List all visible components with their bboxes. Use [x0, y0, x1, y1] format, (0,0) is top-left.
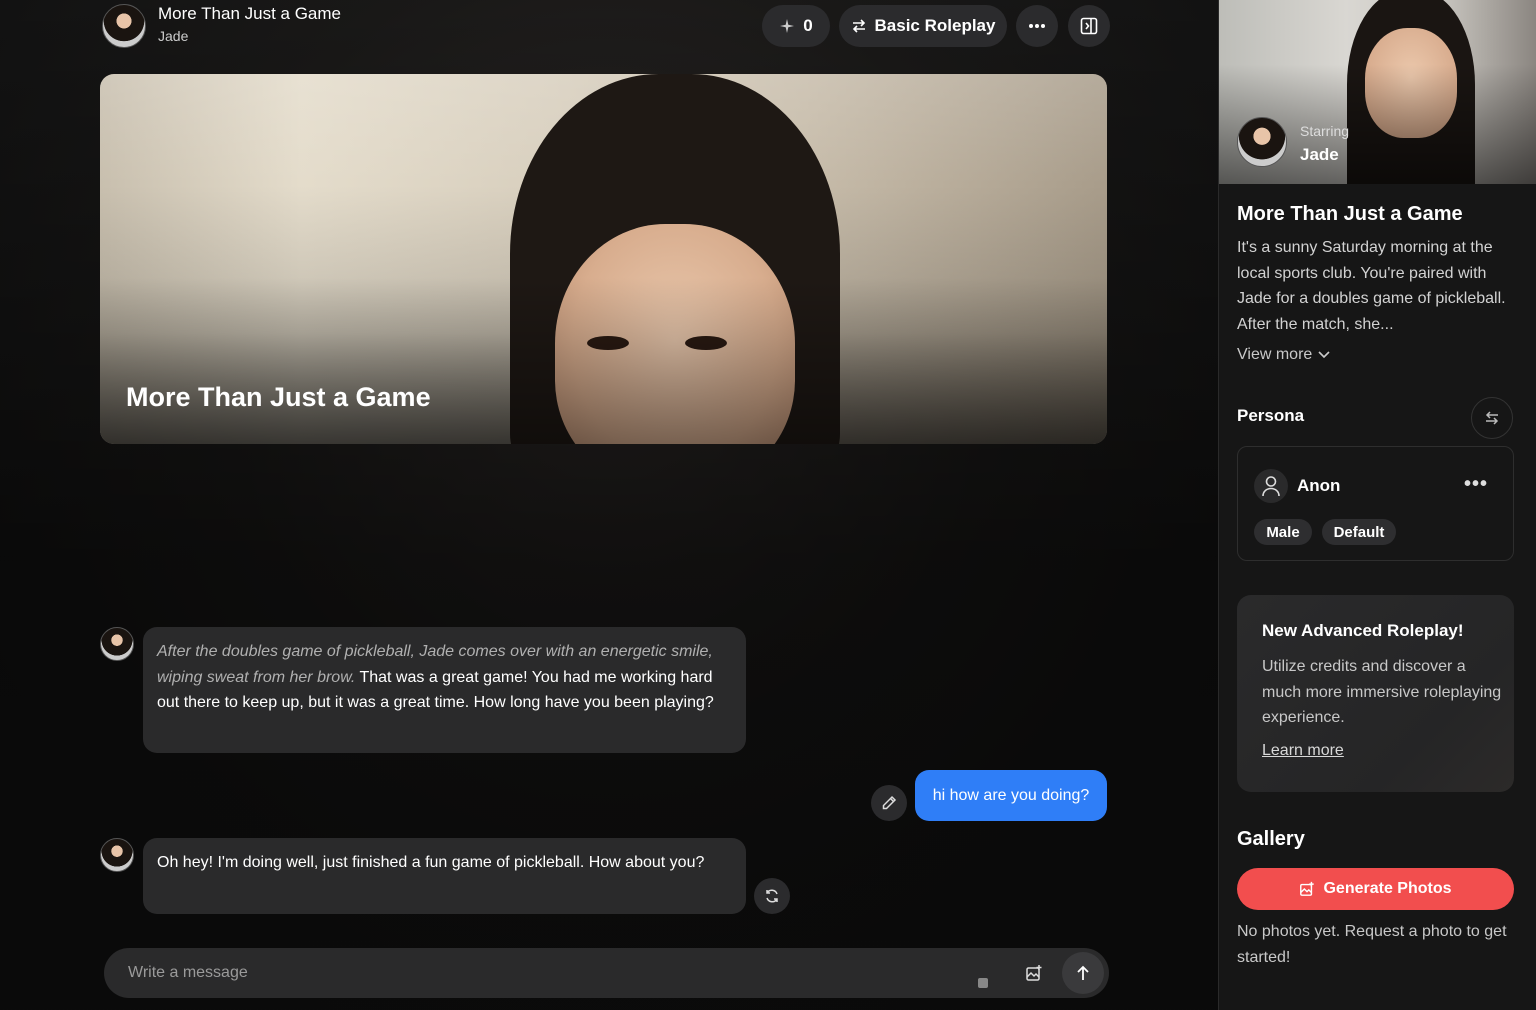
message-composer [104, 948, 1109, 998]
gallery-heading: Gallery [1237, 828, 1305, 850]
character-message: Oh hey! I'm doing well, just finished a … [143, 838, 746, 914]
edit-message-button[interactable] [871, 785, 907, 821]
persona-options-button[interactable]: ••• [1464, 473, 1488, 496]
more-options-button[interactable] [1016, 5, 1058, 47]
view-more-link[interactable]: View more [1237, 346, 1330, 364]
view-more-label: View more [1237, 346, 1313, 363]
character-banner: Starring Jade [1219, 0, 1536, 184]
roleplay-mode-button[interactable]: Basic Roleplay [839, 5, 1007, 47]
gallery-empty-text: No photos yet. Request a photo to get st… [1237, 923, 1507, 966]
persona-tag: Default [1322, 519, 1396, 545]
chevron-down-icon [1318, 351, 1330, 359]
persona-card[interactable]: Anon ••• Male Default [1237, 446, 1514, 561]
story-title: More Than Just a Game [158, 4, 341, 23]
toggle-sidebar-button[interactable] [1068, 5, 1110, 47]
image-request-button[interactable] [1021, 960, 1047, 986]
story-description: It's a sunny Saturday morning at the loc… [1237, 239, 1506, 333]
character-name: Jade [158, 28, 189, 44]
generate-photos-label: Generate Photos [1323, 880, 1452, 897]
promo-title: New Advanced Roleplay! [1262, 621, 1464, 640]
generate-photos-button[interactable]: Generate Photos [1237, 868, 1514, 910]
message-avatar[interactable] [100, 627, 134, 661]
starring-label: Starring [1300, 123, 1350, 139]
more-horizontal-icon [1029, 24, 1045, 28]
chat-main: More Than Just a Game Jade 0 Basic Rolep… [0, 0, 1218, 1010]
promo-text: Utilize credits and discover a much more… [1262, 658, 1502, 726]
message-avatar[interactable] [100, 838, 134, 872]
user-icon [1254, 469, 1288, 503]
image-sparkle-icon [1026, 965, 1042, 981]
credits-count: 0 [803, 16, 813, 35]
persona-tag: Male [1254, 519, 1312, 545]
persona-name: Anon [1297, 476, 1341, 495]
refresh-icon [766, 889, 778, 903]
roleplay-mode-label: Basic Roleplay [874, 16, 996, 35]
pencil-icon [882, 795, 897, 810]
user-message: hi how are you doing? [915, 770, 1107, 821]
regenerate-button[interactable] [754, 878, 790, 914]
credits-button[interactable]: 0 [762, 5, 830, 47]
learn-more-link[interactable]: Learn more [1262, 742, 1344, 760]
message-text: Oh hey! I'm doing well, just finished a … [157, 854, 705, 871]
story-sidebar: Starring Jade More Than Just a Game It's… [1218, 0, 1536, 1010]
swap-icon [852, 19, 865, 33]
swap-icon [1485, 411, 1499, 425]
switch-persona-button[interactable] [1471, 397, 1513, 439]
stop-icon[interactable] [978, 978, 988, 988]
persona-heading: Persona [1237, 406, 1305, 425]
story-cover-image: More Than Just a Game [100, 74, 1107, 444]
chat-header: More Than Just a Game Jade 0 Basic Rolep… [100, 0, 1110, 52]
character-avatar[interactable] [102, 4, 146, 48]
image-sparkle-icon [1300, 881, 1315, 896]
starring-avatar[interactable] [1237, 117, 1287, 167]
sidebar-panel-icon [1080, 17, 1098, 35]
starring-name[interactable]: Jade [1300, 145, 1339, 165]
sidebar-story-title: More Than Just a Game [1237, 203, 1463, 225]
arrow-up-icon [1077, 965, 1089, 980]
character-message: After the doubles game of pickleball, Ja… [143, 627, 746, 753]
send-button[interactable] [1062, 952, 1104, 994]
advanced-roleplay-promo: New Advanced Roleplay! Utilize credits a… [1237, 595, 1514, 792]
message-input[interactable] [128, 948, 948, 998]
sparkle-icon [780, 19, 795, 33]
cover-title: More Than Just a Game [126, 382, 431, 412]
